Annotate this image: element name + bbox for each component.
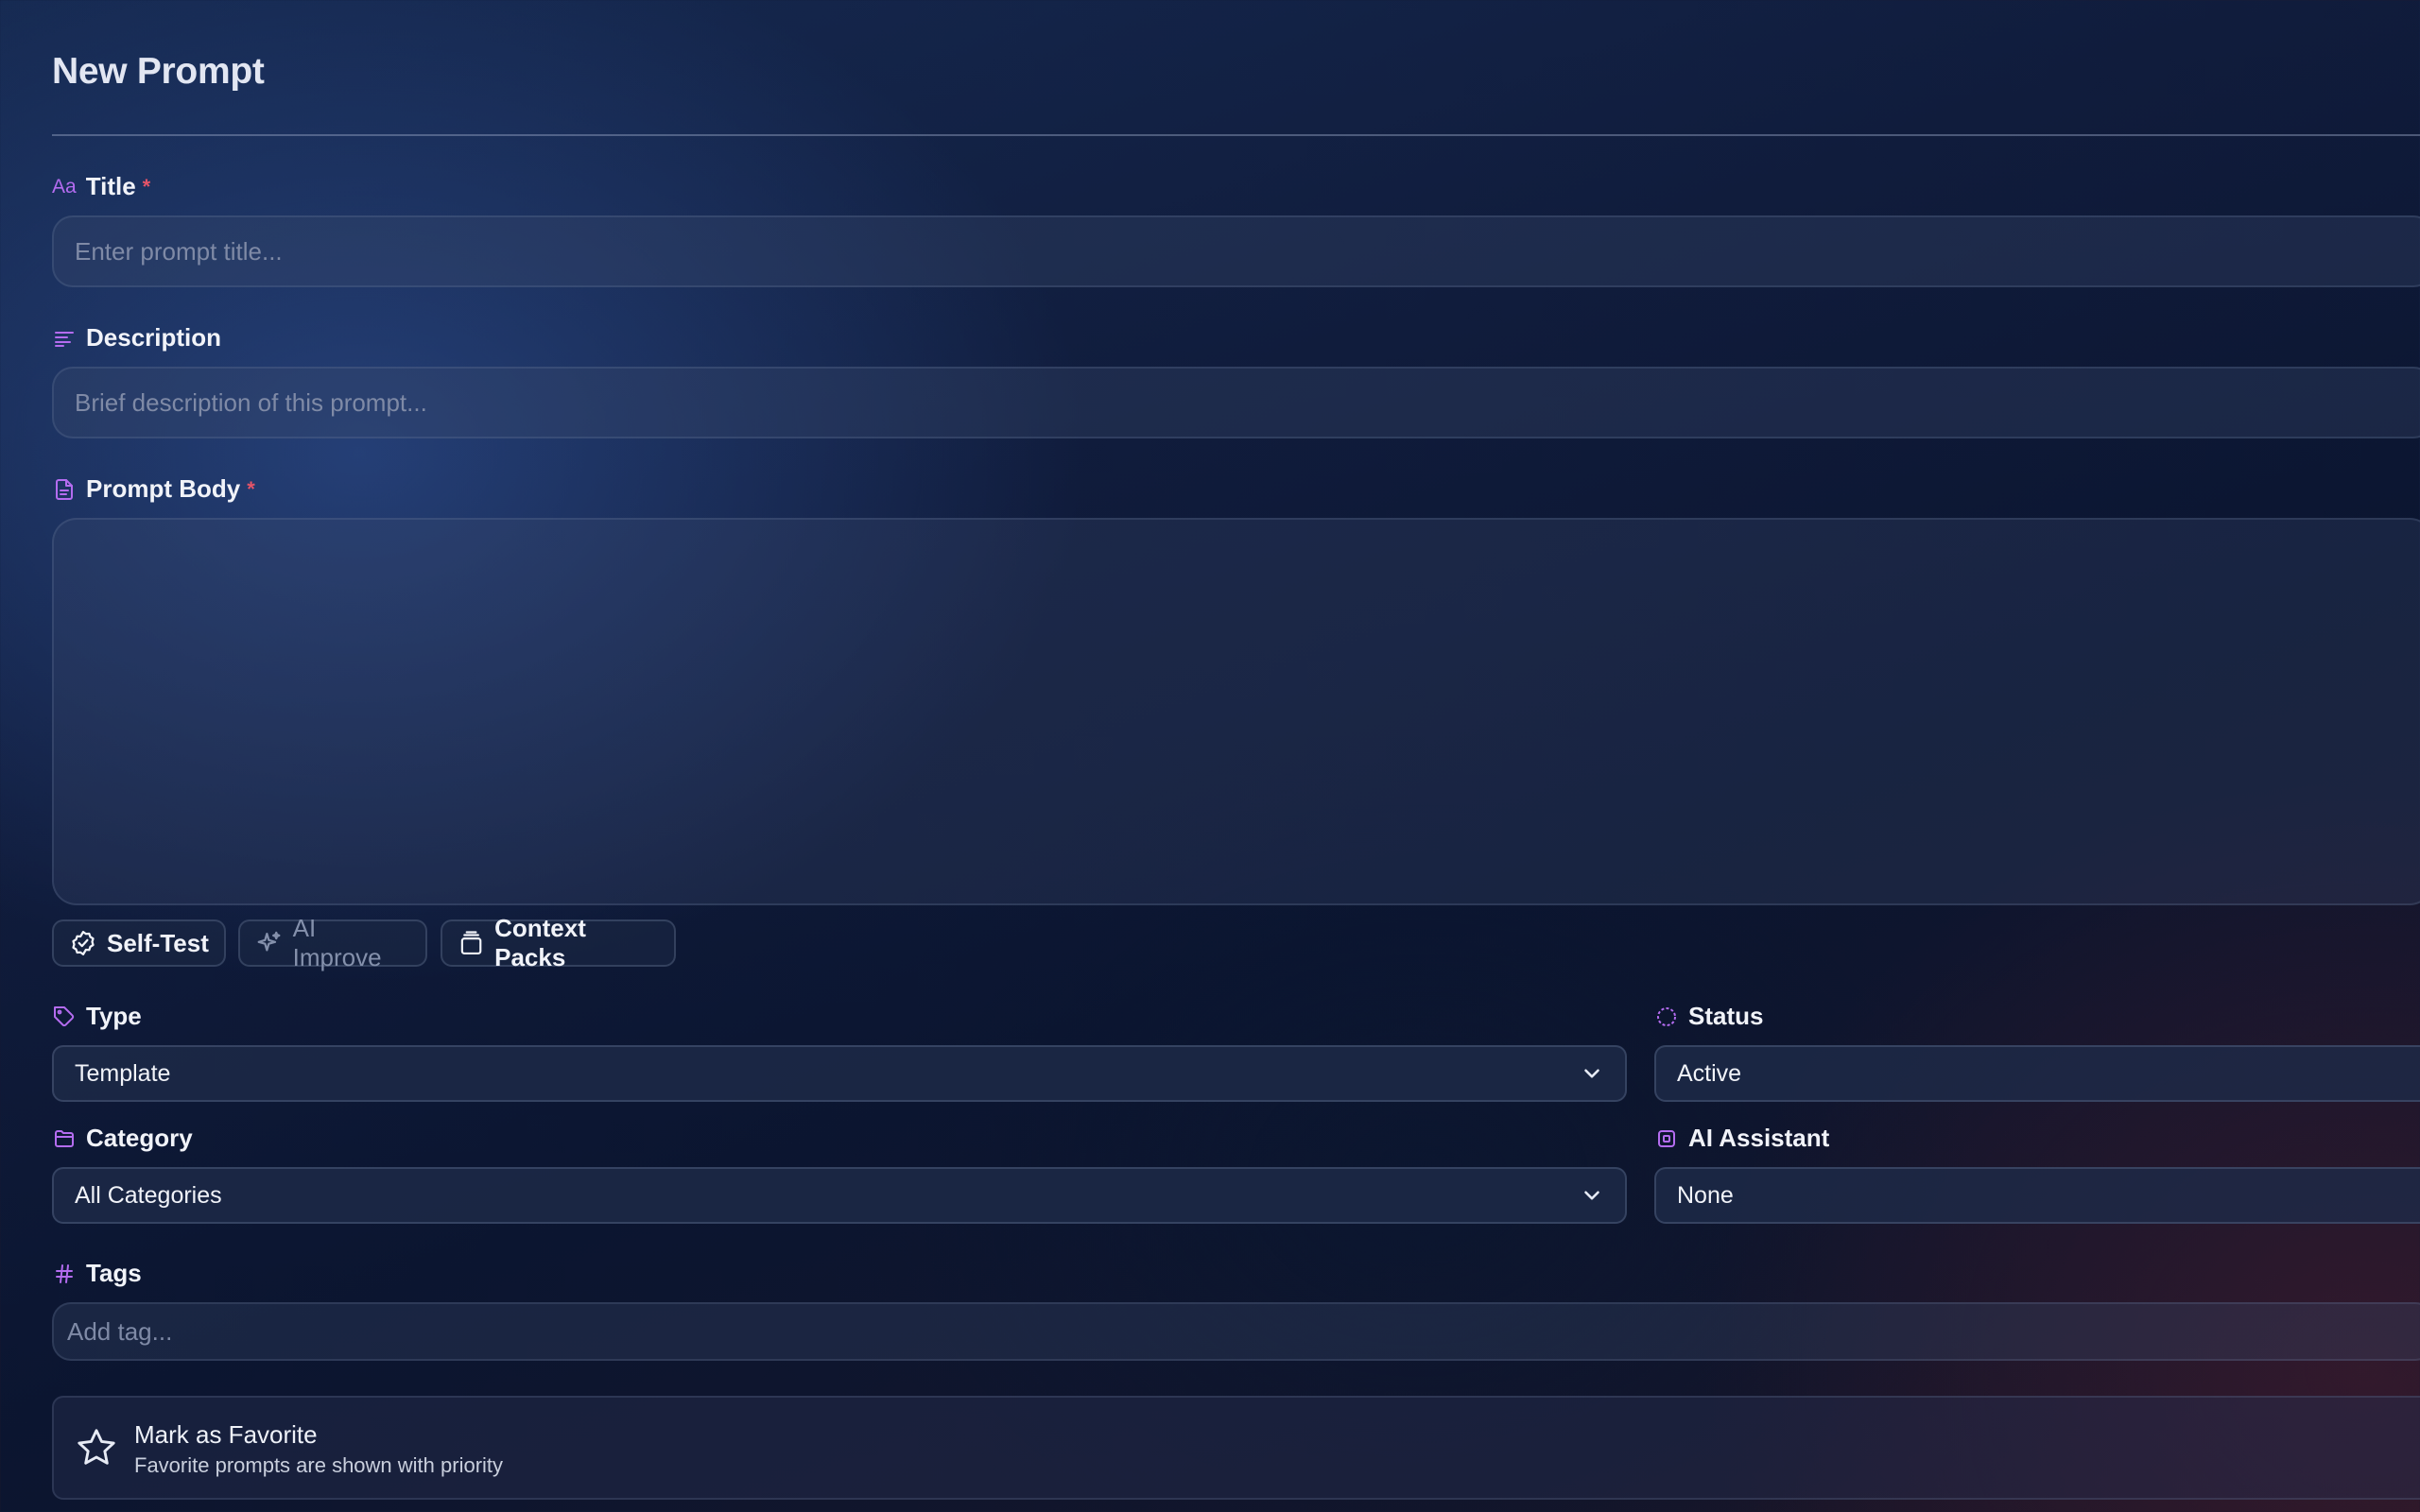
tags-label: Tags: [86, 1259, 142, 1287]
prompt-body-textarea[interactable]: [52, 518, 2420, 905]
status-select[interactable]: Active: [1654, 1045, 2420, 1102]
hash-icon: [52, 1262, 77, 1286]
sparkle-icon: [257, 931, 281, 952]
ai-assistant-value: None: [1677, 1181, 1734, 1209]
page-title: New Prompt: [52, 51, 265, 92]
favorite-toggle-card[interactable]: Mark as Favorite Favorite prompts are sh…: [52, 1396, 2420, 1500]
type-label-row: Type: [52, 1002, 142, 1031]
status-label: Status: [1688, 1002, 1764, 1030]
category-label: Category: [86, 1124, 193, 1152]
ai-assistant-select[interactable]: None: [1654, 1167, 2420, 1224]
tags-label-row: Tags: [52, 1259, 142, 1288]
badge-check-icon: [72, 931, 95, 955]
text-icon: Aa: [52, 175, 77, 198]
prompt-body-label: Prompt Body: [86, 474, 241, 503]
context-packs-button[interactable]: Context Packs: [441, 914, 676, 971]
prompt-body-label-row: Prompt Body *: [52, 474, 255, 504]
chevron-down-icon: [1584, 1069, 1599, 1078]
type-select[interactable]: Template: [52, 1045, 1627, 1102]
tags-input[interactable]: Add tag...: [52, 1302, 2420, 1361]
title-divider: [52, 134, 2420, 136]
ai-improve-button[interactable]: AI Improve: [238, 914, 427, 971]
star-icon[interactable]: [75, 1426, 118, 1469]
required-mark: *: [247, 476, 255, 501]
status-circle-icon: [1654, 1005, 1679, 1029]
ai-assistant-label: AI Assistant: [1688, 1124, 1830, 1152]
tags-placeholder: Add tag...: [67, 1316, 173, 1346]
favorite-subtitle: Favorite prompts are shown with priority: [134, 1453, 504, 1477]
chip-icon: [1654, 1126, 1679, 1151]
category-value: All Categories: [75, 1181, 222, 1209]
self-test-label: Self-Test: [107, 928, 209, 957]
ai-assistant-label-row: AI Assistant: [1654, 1124, 1829, 1153]
title-label-row: Aa Title *: [52, 172, 150, 201]
status-label-row: Status: [1654, 1002, 1763, 1031]
layers-icon: [460, 931, 482, 955]
category-select[interactable]: All Categories: [52, 1167, 1627, 1224]
type-value: Template: [75, 1059, 171, 1087]
description-label: Description: [86, 323, 222, 352]
self-test-button[interactable]: Self-Test: [52, 919, 226, 967]
title-placeholder: Enter prompt title...: [75, 236, 283, 266]
folder-icon: [52, 1126, 77, 1151]
title-label: Title: [85, 172, 136, 200]
type-label: Type: [86, 1002, 142, 1030]
document-icon: [52, 477, 77, 502]
tag-icon: [52, 1005, 77, 1029]
ai-improve-label: AI Improve: [292, 914, 382, 971]
lines-icon: [52, 326, 77, 351]
description-input[interactable]: Brief description of this prompt...: [52, 367, 2420, 438]
status-value: Active: [1677, 1059, 1742, 1087]
required-mark: *: [142, 174, 151, 198]
context-packs-label: Context Packs: [494, 914, 586, 971]
description-label-row: Description: [52, 323, 221, 352]
favorite-title: Mark as Favorite: [134, 1420, 318, 1449]
title-input[interactable]: Enter prompt title...: [52, 215, 2420, 287]
chevron-down-icon: [1584, 1191, 1599, 1200]
description-placeholder: Brief description of this prompt...: [75, 387, 427, 417]
category-label-row: Category: [52, 1124, 193, 1153]
